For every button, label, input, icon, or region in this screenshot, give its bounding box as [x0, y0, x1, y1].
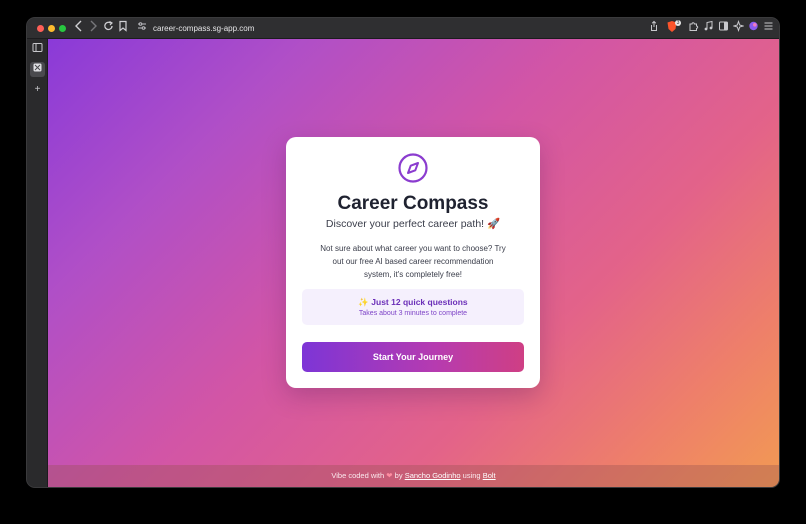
- wallet-icon[interactable]: [746, 20, 760, 36]
- page-subtitle: Discover your perfect career path! 🚀: [325, 218, 501, 230]
- maximize-window-button[interactable]: [59, 25, 66, 32]
- hamburger-menu-icon[interactable]: [761, 20, 775, 36]
- footer-using: using: [462, 471, 481, 480]
- add-sidebar-item-button[interactable]: +: [30, 82, 45, 97]
- minimize-window-button[interactable]: [48, 25, 55, 32]
- browser-sidebar: +: [27, 39, 48, 487]
- shields-count-badge: 3: [675, 20, 681, 26]
- footer-by: by: [394, 471, 403, 480]
- chevron-left-icon[interactable]: [72, 20, 86, 36]
- bolt-link[interactable]: Bolt: [483, 471, 496, 480]
- author-link[interactable]: Sancho Godinho: [405, 471, 461, 480]
- browser-window: career-compass.sg-app.com 3 + Career Com…: [27, 18, 779, 487]
- bolt-app-icon[interactable]: [30, 62, 45, 77]
- close-window-button[interactable]: [37, 25, 44, 32]
- start-journey-button[interactable]: Start Your Journey: [302, 342, 524, 372]
- browser-toolbar: career-compass.sg-app.com 3: [27, 18, 779, 39]
- page-content: Career Compass Discover your perfect car…: [48, 39, 779, 487]
- info-title: ✨ Just 12 quick questions: [358, 297, 468, 307]
- bookmark-icon[interactable]: [116, 20, 130, 36]
- sidebar-icon[interactable]: [716, 20, 730, 36]
- music-icon[interactable]: [701, 20, 715, 36]
- info-box: ✨ Just 12 quick questions Takes about 3 …: [302, 289, 524, 325]
- puzzle-icon[interactable]: [686, 20, 700, 36]
- footer-prefix: Vibe coded with: [331, 471, 385, 480]
- career-card: Career Compass Discover your perfect car…: [286, 137, 540, 388]
- reload-icon[interactable]: [101, 20, 115, 36]
- info-subtitle: Takes about 3 minutes to complete: [358, 310, 468, 317]
- footer: Vibe coded with ❤ by Sancho Godinho usin…: [48, 465, 779, 487]
- page-title: Career Compass: [337, 193, 489, 214]
- address-bar[interactable]: career-compass.sg-app.com: [153, 22, 254, 35]
- chevron-right-icon[interactable]: [86, 20, 100, 36]
- description-text: Not sure about what career you want to c…: [320, 244, 506, 279]
- leo-ai-icon[interactable]: [731, 19, 745, 36]
- site-settings-icon[interactable]: [135, 20, 149, 36]
- share-icon[interactable]: [647, 20, 661, 36]
- sidebar-panel-icon[interactable]: [30, 42, 45, 57]
- compass-icon: [398, 153, 428, 183]
- heart-icon: ❤: [386, 471, 393, 480]
